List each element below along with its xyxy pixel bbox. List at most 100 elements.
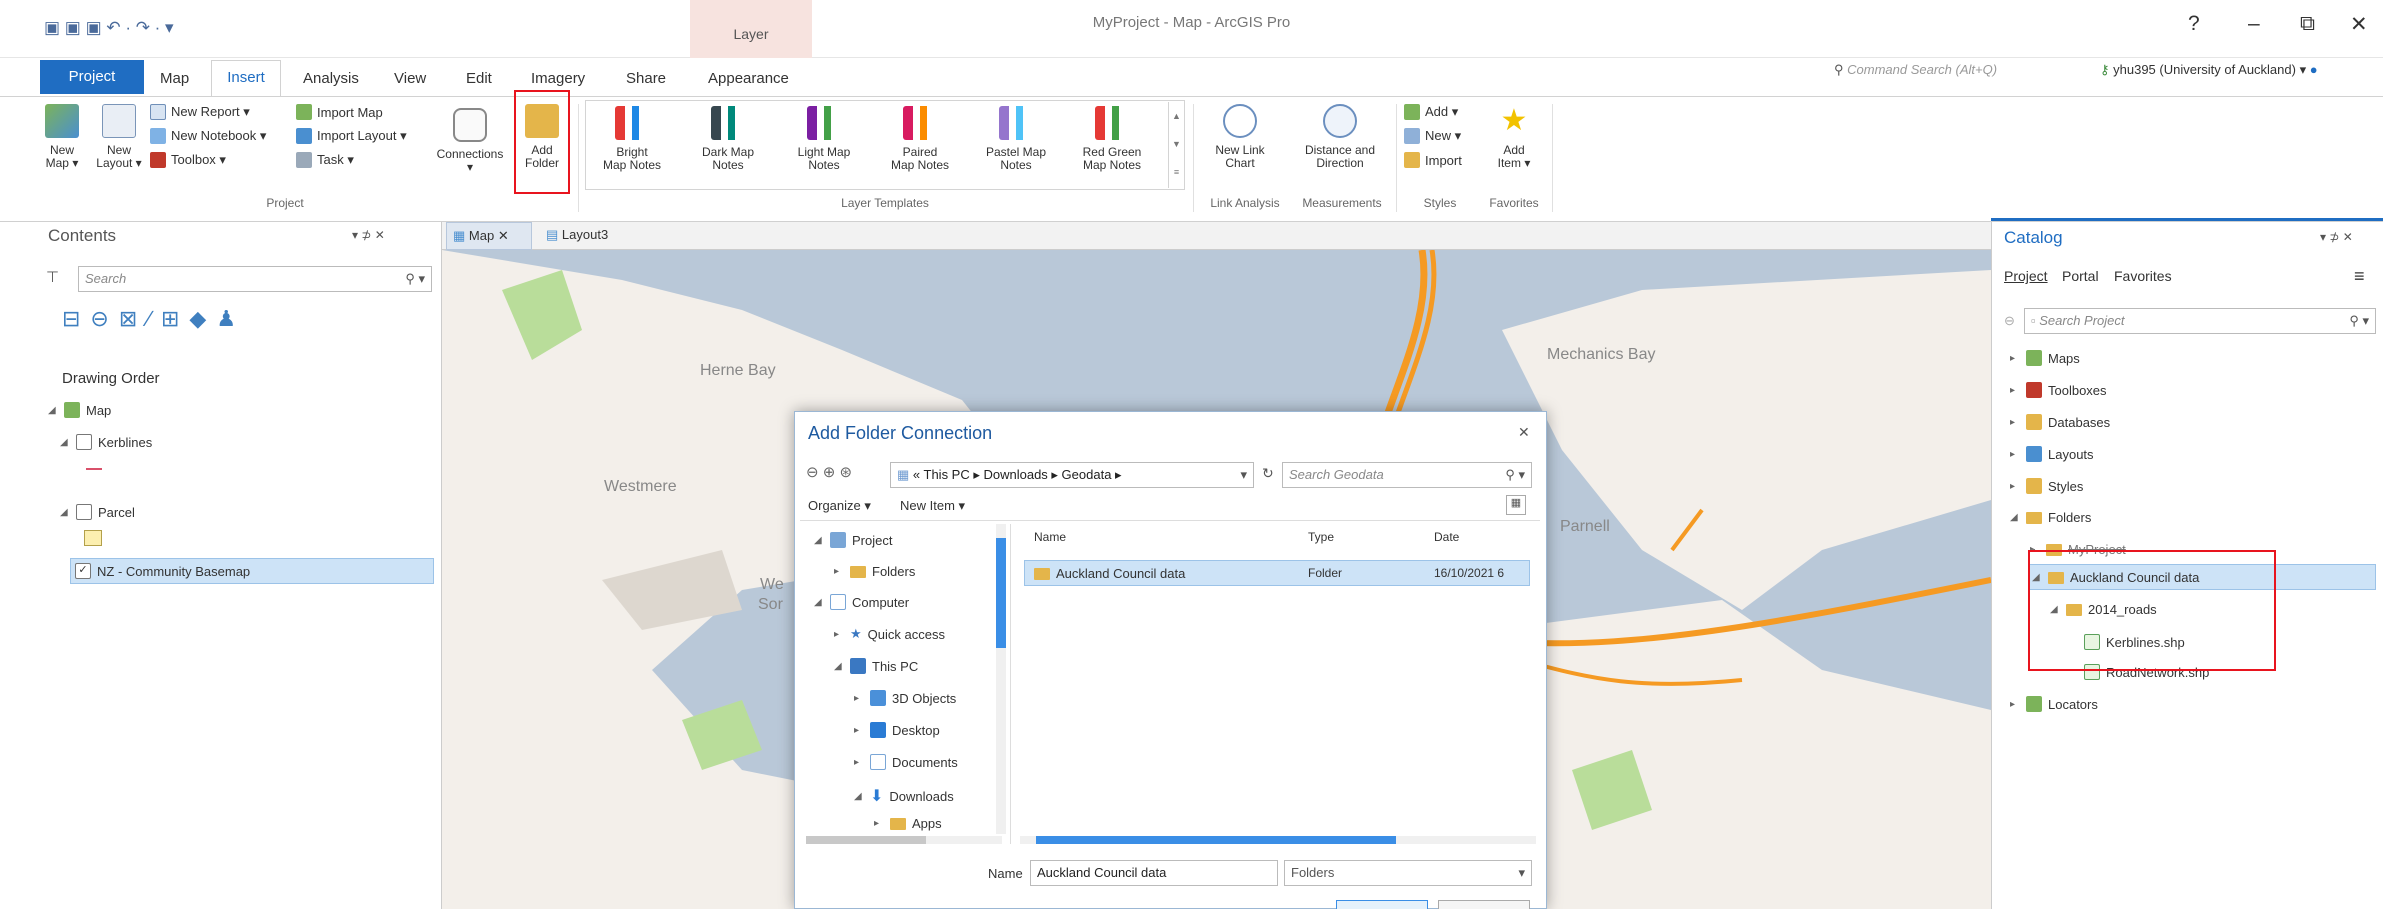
template-bright-map-notes[interactable]: Bright Map Notes: [592, 106, 672, 172]
template-paired-map-notes[interactable]: Paired Map Notes: [880, 106, 960, 172]
close-icon[interactable]: ✕: [498, 228, 509, 243]
style-add-button[interactable]: Add ▾: [1404, 104, 1458, 120]
nav-project[interactable]: ◢ Project: [814, 532, 892, 548]
quick-access-toolbar[interactable]: ▣ ▣ ▣ ↶ · ↷ · ▾: [44, 18, 174, 38]
map-icon: [2026, 350, 2042, 366]
nav-arrows[interactable]: ⊖ ⊕ ⊛: [806, 463, 852, 481]
template-dark-map-notes[interactable]: Dark Map Notes: [688, 106, 768, 172]
help-button[interactable]: ?: [2188, 12, 2200, 36]
nav-3d-objects[interactable]: ▸ 3D Objects: [854, 690, 956, 706]
nav-quick-access[interactable]: ▸ ★ Quick access: [834, 626, 945, 642]
visibility-checkbox[interactable]: ✓: [75, 563, 91, 579]
distance-direction-button[interactable]: Distance and Direction: [1290, 104, 1390, 170]
nav-downloads[interactable]: ◢ ⬇ Downloads: [854, 786, 954, 806]
back-icon[interactable]: ⊖: [2004, 313, 2015, 329]
breadcrumb-bar[interactable]: ▦ « This PC ▸ Downloads ▸ Geodata ▸ ▾: [890, 462, 1254, 488]
nav-apps[interactable]: ▸ Apps: [874, 816, 942, 831]
tab-view[interactable]: View: [394, 66, 426, 92]
visibility-checkbox[interactable]: [76, 504, 92, 520]
catalog-toolboxes[interactable]: ▸ Toolboxes: [2010, 382, 2107, 398]
catalog-locators[interactable]: ▸ Locators: [2010, 696, 2098, 712]
contents-search-input[interactable]: Search ⚲ ▾: [78, 266, 432, 292]
catalog-menu-icon[interactable]: ≡: [2354, 266, 2365, 287]
catalog-maps[interactable]: ▸ Maps: [2010, 350, 2080, 366]
add-item-button[interactable]: ★ Add Item ▾: [1484, 104, 1544, 170]
pane-options[interactable]: ▾ ⊅ ✕: [2320, 230, 2353, 244]
dialog-search-input[interactable]: Search Geodata ⚲ ▾: [1282, 462, 1532, 488]
add-folder-button[interactable]: Add Folder: [520, 104, 564, 170]
template-red-green-map-notes[interactable]: Red Green Map Notes: [1072, 106, 1152, 172]
tab-map[interactable]: Map: [160, 66, 189, 92]
layer-kerblines[interactable]: ◢ Kerblines: [60, 434, 152, 450]
refresh-icon[interactable]: ↻: [1262, 465, 1274, 482]
filter-select[interactable]: Folders ▾: [1284, 860, 1532, 886]
style-import-button[interactable]: Import: [1404, 152, 1462, 168]
layer-basemap[interactable]: ✓ NZ - Community Basemap: [70, 558, 434, 584]
column-name[interactable]: Name: [1034, 530, 1066, 544]
tab-map-view[interactable]: ▦ Map ✕: [446, 222, 532, 250]
nav-desktop[interactable]: ▸ Desktop: [854, 722, 940, 738]
new-notebook-button[interactable]: New Notebook ▾: [150, 128, 266, 144]
visibility-checkbox[interactable]: [76, 434, 92, 450]
catalog-tab-project[interactable]: Project: [2004, 268, 2048, 284]
nav-computer[interactable]: ◢ Computer: [814, 594, 909, 610]
folder-add-icon: [525, 104, 559, 138]
layer-map[interactable]: ◢ Map: [48, 402, 111, 418]
tab-project[interactable]: Project: [40, 60, 144, 94]
new-report-button[interactable]: New Report ▾: [150, 104, 250, 120]
nav-folders[interactable]: ▸ Folders: [834, 564, 915, 579]
nav-scrollbar[interactable]: [996, 524, 1006, 834]
layer-parcel[interactable]: ◢ Parcel: [60, 504, 135, 520]
name-input[interactable]: Auckland Council data: [1030, 860, 1278, 886]
tab-edit[interactable]: Edit: [466, 66, 492, 92]
new-link-chart-button[interactable]: New Link Chart: [1205, 104, 1275, 170]
organize-menu[interactable]: Organize ▾: [808, 498, 871, 514]
close-button[interactable]: ✕: [2350, 12, 2368, 37]
filter-icon[interactable]: ⊤: [46, 268, 59, 286]
new-item-menu[interactable]: New Item ▾: [900, 498, 965, 514]
new-layout-button[interactable]: New Layout ▾: [94, 104, 144, 170]
tab-appearance[interactable]: Appearance: [708, 66, 789, 92]
tab-analysis[interactable]: Analysis: [303, 66, 359, 92]
catalog-folders[interactable]: ◢ Folders: [2010, 510, 2091, 525]
nav-this-pc[interactable]: ◢ This PC: [834, 658, 918, 674]
new-map-button[interactable]: New Map ▾: [40, 104, 84, 170]
template-light-map-notes[interactable]: Light Map Notes: [784, 106, 864, 172]
import-map-button[interactable]: Import Map: [296, 104, 383, 120]
nav-documents[interactable]: ▸ Documents: [854, 754, 958, 770]
catalog-search-input[interactable]: ▫ Search Project ⚲ ▾: [2024, 308, 2376, 334]
column-type[interactable]: Type: [1308, 530, 1334, 544]
catalog-tab-favorites[interactable]: Favorites: [2114, 268, 2172, 284]
template-pastel-map-notes[interactable]: Pastel Map Notes: [976, 106, 1056, 172]
import-layout-button[interactable]: Import Layout ▾: [296, 128, 407, 144]
task-button[interactable]: Task ▾: [296, 152, 354, 168]
cancel-button[interactable]: [1438, 900, 1530, 909]
style-new-button[interactable]: New ▾: [1404, 128, 1461, 144]
pane-options[interactable]: ▾ ⊅ ✕: [352, 228, 385, 242]
contents-view-toolbar[interactable]: ⊟⊖⊠∕⊞◆♟: [62, 306, 246, 332]
list-h-scrollbar[interactable]: [1020, 836, 1536, 844]
command-search[interactable]: ⚲ Command Search (Alt+Q): [1834, 62, 2078, 90]
tab-share[interactable]: Share: [626, 66, 666, 92]
nav-h-scrollbar[interactable]: [806, 836, 1002, 844]
tab-imagery[interactable]: Imagery: [531, 66, 585, 92]
catalog-tab-portal[interactable]: Portal: [2062, 268, 2099, 284]
notebook-icon: [150, 128, 166, 144]
column-date[interactable]: Date: [1434, 530, 1459, 544]
toolbox-button[interactable]: Toolbox ▾: [150, 152, 226, 168]
notifications-icon[interactable]: ●: [2310, 62, 2318, 77]
catalog-styles[interactable]: ▸ Styles: [2010, 478, 2083, 494]
ok-button[interactable]: [1336, 900, 1428, 909]
gallery-scroll[interactable]: ▲ ▼ ≡: [1168, 102, 1184, 188]
tab-insert[interactable]: Insert: [211, 60, 281, 96]
dialog-close-button[interactable]: ✕: [1518, 424, 1530, 441]
catalog-databases[interactable]: ▸ Databases: [2010, 414, 2110, 430]
tab-layout3[interactable]: ▤ Layout3: [540, 222, 614, 250]
view-options-icon[interactable]: ▦: [1506, 495, 1526, 515]
restore-button[interactable]: ⧉: [2300, 12, 2315, 36]
minimize-button[interactable]: –: [2248, 12, 2260, 36]
connections-button[interactable]: Connections ▾: [434, 108, 506, 174]
polygon-symbol: [84, 530, 102, 546]
user-account[interactable]: ⚷ yhu395 (University of Auckland) ▾ ●: [2100, 62, 2318, 78]
catalog-layouts[interactable]: ▸ Layouts: [2010, 446, 2094, 462]
